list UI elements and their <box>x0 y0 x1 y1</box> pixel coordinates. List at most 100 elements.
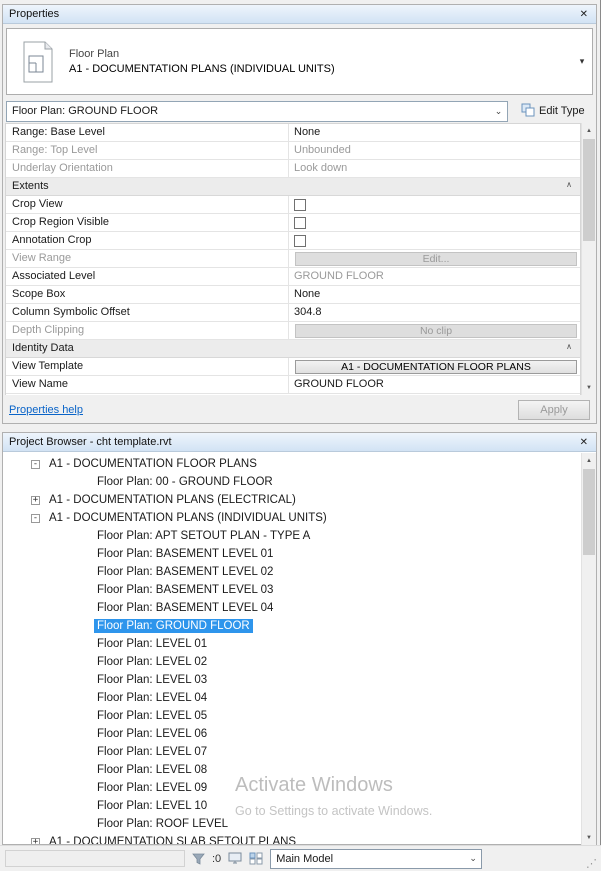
properties-titlebar[interactable]: Properties ✕ <box>3 5 596 24</box>
properties-scrollbar[interactable]: ▲ ▼ <box>581 123 596 395</box>
tree-item[interactable]: Floor Plan: GROUND FLOOR <box>4 617 580 635</box>
collapse-icon[interactable]: - <box>31 513 40 523</box>
property-row: Scope Box None <box>6 286 580 304</box>
view-combo[interactable]: Floor Plan: GROUND FLOOR ⌄ <box>6 100 508 122</box>
checkbox[interactable] <box>294 235 306 247</box>
close-icon[interactable]: ✕ <box>578 437 590 448</box>
worksharing-icon[interactable] <box>228 852 242 865</box>
tree-item[interactable]: Floor Plan: BASEMENT LEVEL 03 <box>4 581 580 599</box>
tree-item[interactable]: Floor Plan: LEVEL 05 <box>4 707 580 725</box>
property-label: Associated Level <box>6 268 289 285</box>
tree-item[interactable]: Floor Plan: BASEMENT LEVEL 04 <box>4 599 580 617</box>
properties-footer: Properties help Apply <box>9 399 590 421</box>
property-label: View Range <box>6 250 289 267</box>
status-bar: :0 Main Model ⌄ <box>0 845 601 871</box>
close-icon[interactable]: ✕ <box>578 9 590 20</box>
property-value[interactable] <box>289 214 580 231</box>
chevron-down-icon[interactable]: ▾ <box>572 56 592 67</box>
property-label: Crop Region Visible <box>6 214 289 231</box>
property-value[interactable] <box>289 196 580 213</box>
property-value[interactable]: 304.8 <box>289 304 580 321</box>
property-label: Range: Base Level <box>6 124 289 141</box>
property-label: Annotation Crop <box>6 232 289 249</box>
tree-item[interactable]: Floor Plan: LEVEL 02 <box>4 653 580 671</box>
resize-grip-icon[interactable]: ⋰ <box>586 857 598 870</box>
tree-item-label: Floor Plan: LEVEL 08 <box>97 764 208 776</box>
section-header-row[interactable]: Identity Data ∧ <box>6 340 580 358</box>
tree-item[interactable]: Floor Plan: LEVEL 09 <box>4 779 580 797</box>
collapse-icon[interactable]: ∧ <box>566 342 572 357</box>
property-grid: Range: Base Level None Range: Top Level Unb… <box>5 123 581 395</box>
tree-item[interactable]: - A1 - DOCUMENTATION PLANS (INDIVIDUAL UN… <box>4 509 580 527</box>
design-options-icon[interactable] <box>249 852 263 865</box>
property-value[interactable]: A1 - DOCUMENTATION FLOOR PLANS <box>289 358 580 375</box>
tree-item-label: Floor Plan: LEVEL 07 <box>97 746 208 758</box>
checkbox[interactable] <box>294 199 306 211</box>
tree-item-label: Floor Plan: 00 - GROUND FLOOR <box>97 476 273 488</box>
scrollbar-thumb[interactable] <box>583 469 595 555</box>
tree-item[interactable]: Floor Plan: LEVEL 04 <box>4 689 580 707</box>
tree-item[interactable]: Floor Plan: LEVEL 07 <box>4 743 580 761</box>
property-value[interactable]: None <box>289 124 580 141</box>
section-label: Identity Data <box>12 342 74 354</box>
tree-item[interactable]: Floor Plan: ROOF LEVEL <box>4 815 580 833</box>
tree-item[interactable]: Floor Plan: 00 - GROUND FLOOR <box>4 473 580 491</box>
tree-item[interactable]: + A1 - DOCUMENTATION PLANS (ELECTRICAL) <box>4 491 580 509</box>
property-value[interactable]: Edit... <box>289 250 580 267</box>
tree-item-label: Floor Plan: BASEMENT LEVEL 04 <box>97 602 274 614</box>
properties-help-link[interactable]: Properties help <box>9 404 83 416</box>
tree-item[interactable]: + A1 - DOCUMENTATION SLAB SETOUT PLANS <box>4 833 580 844</box>
scroll-down-icon[interactable]: ▼ <box>582 830 596 845</box>
type-selector[interactable]: Floor Plan A1 - DOCUMENTATION PLANS (IND… <box>6 28 593 95</box>
property-row: Depth Clipping No clip <box>6 322 580 340</box>
scroll-down-icon[interactable]: ▼ <box>582 380 596 395</box>
checkbox[interactable] <box>294 217 306 229</box>
tree-item[interactable]: Floor Plan: LEVEL 03 <box>4 671 580 689</box>
chevron-down-icon[interactable]: ⌄ <box>465 853 481 864</box>
section-label: Extents <box>12 180 49 192</box>
edit-type-button[interactable]: Edit Type <box>517 101 589 122</box>
tree-item[interactable]: Floor Plan: LEVEL 08 <box>4 761 580 779</box>
tree-item-label: Floor Plan: LEVEL 09 <box>97 782 208 794</box>
expand-icon[interactable]: + <box>31 495 40 505</box>
view-selector-row: Floor Plan: GROUND FLOOR ⌄ Edit Type <box>6 100 593 122</box>
property-value[interactable]: GROUND FLOOR <box>289 376 580 393</box>
scroll-up-icon[interactable]: ▲ <box>582 123 596 138</box>
collapse-icon[interactable]: ∧ <box>566 180 572 195</box>
tree-item[interactable]: Floor Plan: BASEMENT LEVEL 01 <box>4 545 580 563</box>
family-name: Floor Plan <box>69 48 120 60</box>
property-value[interactable]: Unbounded <box>289 142 580 159</box>
property-value[interactable] <box>289 232 580 249</box>
property-value[interactable]: GROUND FLOOR <box>289 268 580 285</box>
tree-item-label: A1 - DOCUMENTATION PLANS (INDIVIDUAL UNI… <box>49 512 327 524</box>
chevron-down-icon[interactable]: ⌄ <box>490 106 507 117</box>
property-row: Crop View <box>6 196 580 214</box>
panel-title: Project Browser - cht template.rvt <box>9 436 172 448</box>
value-button[interactable]: Edit... <box>295 252 577 266</box>
tree-item[interactable]: Floor Plan: LEVEL 06 <box>4 725 580 743</box>
tree-item[interactable]: Floor Plan: BASEMENT LEVEL 02 <box>4 563 580 581</box>
property-label: Underlay Orientation <box>6 160 289 177</box>
tree-item[interactable]: Floor Plan: LEVEL 01 <box>4 635 580 653</box>
property-value[interactable]: Look down <box>289 160 580 177</box>
property-label: Crop View <box>6 196 289 213</box>
property-value[interactable]: No clip <box>289 322 580 339</box>
floor-plan-icon <box>7 41 69 83</box>
project-browser-titlebar[interactable]: Project Browser - cht template.rvt ✕ <box>3 433 596 452</box>
browser-scrollbar[interactable]: ▲ ▼ <box>581 453 596 845</box>
expand-icon[interactable]: + <box>31 837 40 844</box>
apply-button[interactable]: Apply <box>518 400 590 420</box>
design-option-select[interactable]: Main Model ⌄ <box>270 848 483 869</box>
tree-item[interactable]: Floor Plan: LEVEL 10 <box>4 797 580 815</box>
section-header-row[interactable]: Extents ∧ <box>6 178 580 196</box>
scroll-up-icon[interactable]: ▲ <box>582 453 596 468</box>
value-button[interactable]: A1 - DOCUMENTATION FLOOR PLANS <box>295 360 577 374</box>
property-value[interactable]: None <box>289 286 580 303</box>
scrollbar-thumb[interactable] <box>583 139 595 241</box>
tree-item[interactable]: - A1 - DOCUMENTATION FLOOR PLANS <box>4 455 580 473</box>
selection-filter-icon[interactable] <box>192 853 205 865</box>
value-button[interactable]: No clip <box>295 324 577 338</box>
collapse-icon[interactable]: - <box>31 459 40 469</box>
selection-count: :0 <box>212 852 222 865</box>
tree-item[interactable]: Floor Plan: APT SETOUT PLAN - TYPE A <box>4 527 580 545</box>
